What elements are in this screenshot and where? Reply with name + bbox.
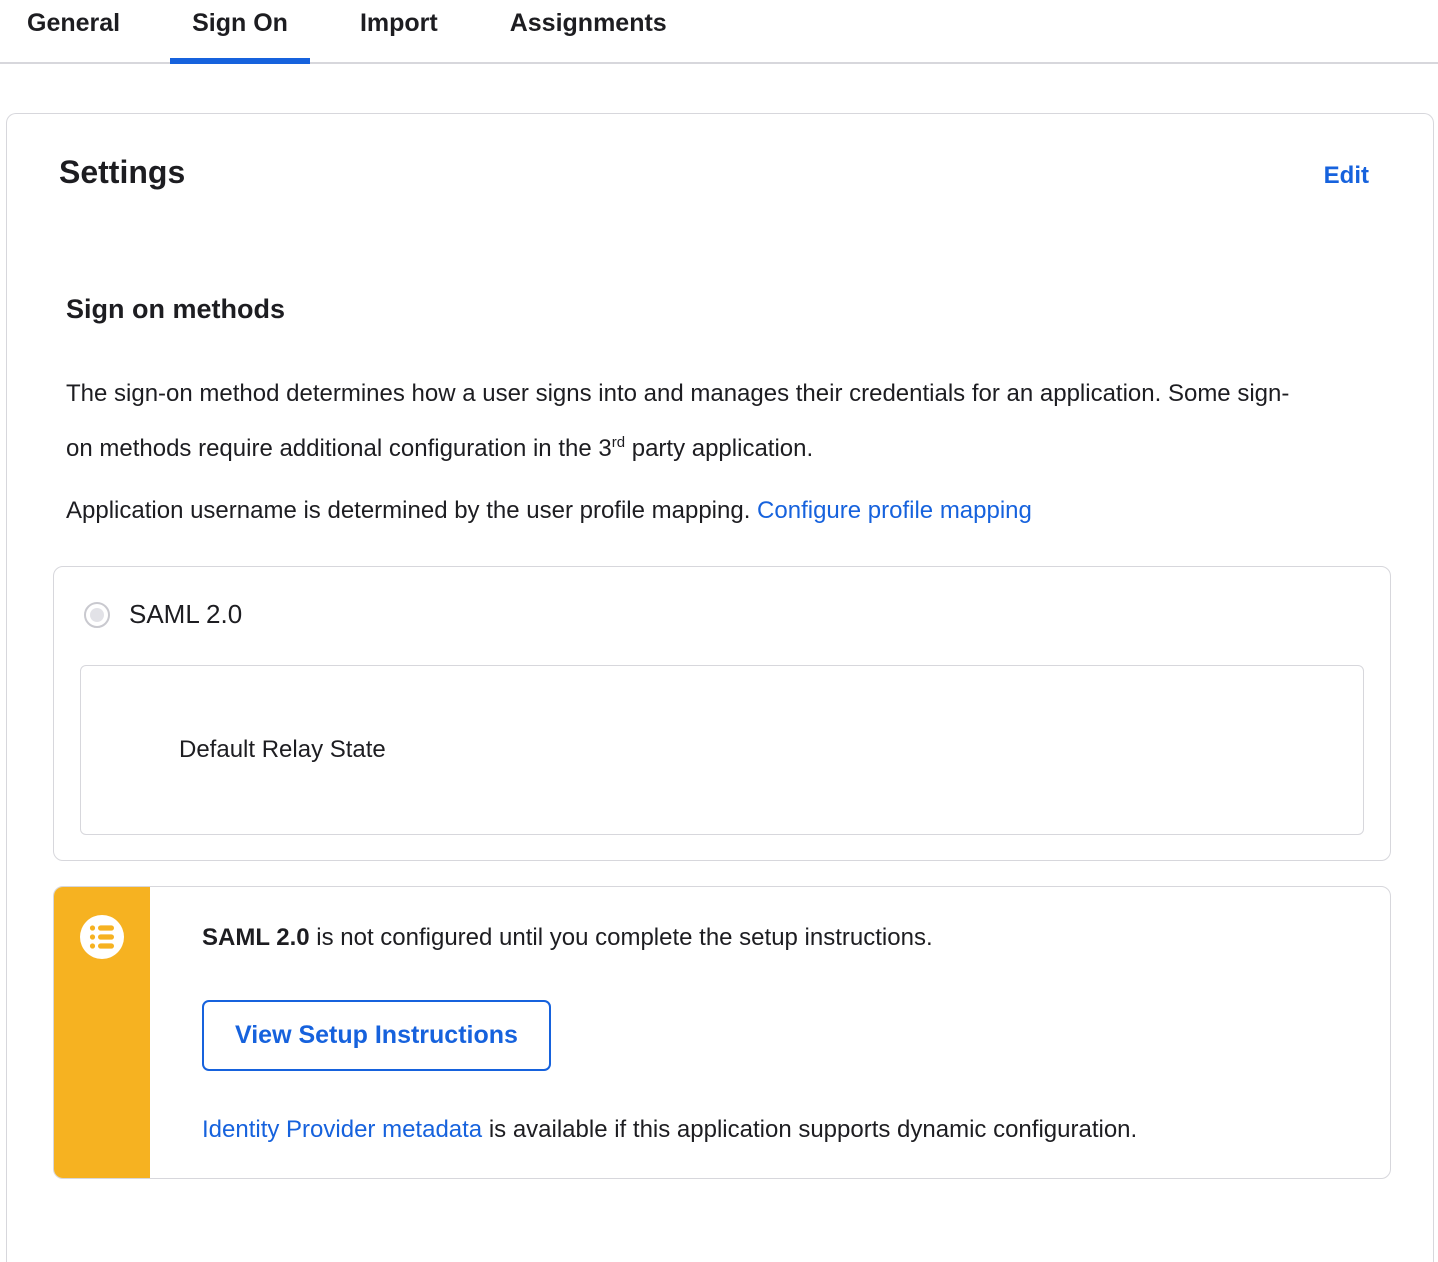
description-superscript: rd (611, 434, 626, 451)
identity-provider-metadata-link[interactable]: Identity Provider metadata (202, 1116, 482, 1143)
radio-dot (90, 607, 104, 622)
configure-profile-mapping-link[interactable]: Configure profile mapping (757, 497, 1032, 524)
tab-general[interactable]: General (5, 0, 142, 62)
saml-radio-label: SAML 2.0 (129, 599, 243, 629)
sign-on-methods-description: The sign-on method determines how a user… (66, 369, 1291, 473)
saml-radio-row: SAML 2.0 (80, 599, 1364, 630)
saml-setup-callout: SAML 2.0 is not configured until you com… (53, 886, 1391, 1179)
callout-message-text: is not configured until you complete the… (309, 924, 933, 951)
default-relay-state-label: Default Relay State (179, 736, 386, 763)
sign-on-methods-heading: Sign on methods (66, 294, 285, 324)
callout-body: SAML 2.0 is not configured until you com… (150, 887, 1390, 1178)
username-mapping-text: Application username is determined by th… (66, 497, 758, 524)
settings-card-header: Settings Edit (53, 154, 1389, 191)
callout-message-bold: SAML 2.0 (202, 924, 310, 951)
sign-on-settings-page: General Sign On Import Assignments Setti… (0, 0, 1438, 1262)
app-tabbar: General Sign On Import Assignments (0, 0, 1438, 64)
saml-method-box: SAML 2.0 Default Relay State (53, 566, 1391, 861)
page-title: Settings (59, 154, 186, 190)
bulleted-list-icon (78, 913, 126, 1178)
metadata-line: Identity Provider metadata is available … (202, 1115, 1360, 1145)
settings-card: Settings Edit Sign on methods The sign-o… (6, 113, 1434, 1262)
default-relay-state-fieldset: Default Relay State (80, 665, 1364, 835)
username-mapping-line: Application username is determined by th… (66, 496, 1389, 526)
edit-link[interactable]: Edit (1324, 162, 1369, 190)
saml-radio-button[interactable] (84, 601, 110, 628)
view-setup-instructions-button[interactable]: View Setup Instructions (202, 1000, 551, 1071)
description-text-2: party application. (625, 435, 814, 462)
metadata-line-text: is available if this application support… (482, 1116, 1138, 1143)
callout-warning-stripe (54, 887, 150, 1178)
tab-assignments[interactable]: Assignments (488, 0, 689, 62)
tab-import[interactable]: Import (338, 0, 460, 62)
callout-message: SAML 2.0 is not configured until you com… (202, 923, 1360, 953)
tab-sign-on[interactable]: Sign On (170, 0, 310, 64)
